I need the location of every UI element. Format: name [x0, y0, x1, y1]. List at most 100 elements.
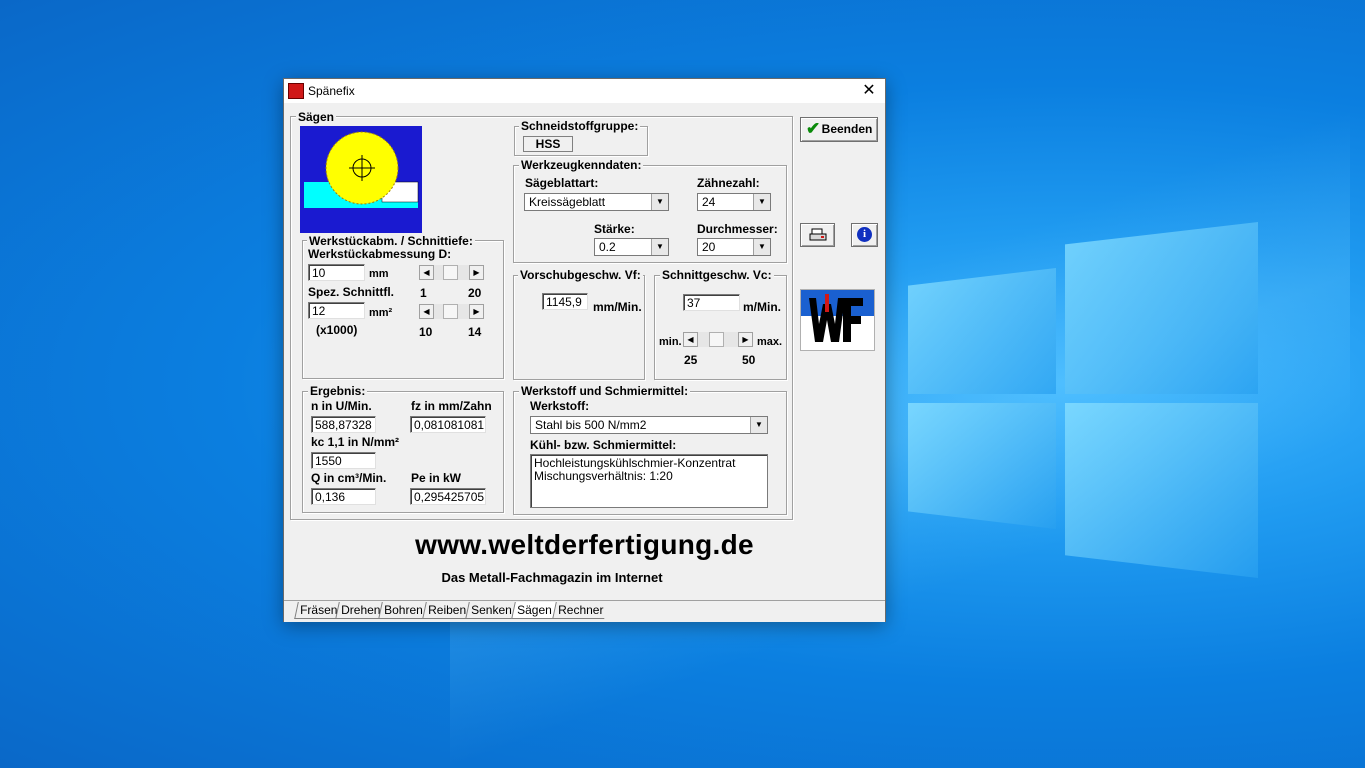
printer-icon — [809, 228, 826, 241]
tab-label: Senken — [471, 603, 512, 617]
app-icon — [288, 83, 304, 99]
tab-senken[interactable]: Senken — [465, 602, 517, 619]
tab-bohren[interactable]: Bohren — [378, 602, 428, 619]
scroll-left-icon[interactable]: ◀ — [419, 265, 434, 280]
schnittgeschw-input[interactable]: 37 — [683, 294, 740, 311]
tab-reiben[interactable]: Reiben — [422, 602, 471, 619]
scroll-thumb[interactable] — [709, 332, 724, 347]
schnittfl-unit: mm² — [369, 307, 393, 319]
tab-label: Rechner — [558, 603, 604, 617]
abmessung-scrollbar[interactable]: ◀ ▶ — [419, 265, 484, 280]
werkzeug-label: Werkzeugkenndaten: — [519, 158, 644, 172]
q-label: Q in cm³/Min. — [311, 471, 387, 485]
staerke-select[interactable]: 0.2 ▼ — [594, 238, 669, 256]
schnittgeschw-scrollbar[interactable]: ◀ ▶ — [683, 332, 753, 347]
abmessung-input[interactable]: 10 — [308, 264, 365, 281]
durchmesser-label: Durchmesser: — [697, 222, 778, 236]
scroll-right-icon[interactable]: ▶ — [738, 332, 753, 347]
chevron-down-icon[interactable]: ▼ — [750, 417, 767, 433]
tab-label: Bohren — [384, 603, 423, 617]
schnittgeschw-group — [654, 275, 787, 380]
title-bar: Spänefix ✕ — [284, 79, 885, 103]
tab-label: Drehen — [341, 603, 381, 617]
schneidstoff-label: Schneidstoffgruppe: — [519, 119, 641, 133]
kc-value: 1550 — [311, 452, 376, 469]
brand-tagline: Das Metall-Fachmagazin im Internet — [441, 570, 663, 585]
abmessung-max: 20 — [468, 286, 482, 300]
tab-label: Fräsen — [300, 603, 338, 617]
werkstoff-value: Stahl bis 500 N/mm2 — [535, 418, 647, 432]
schnittfl-max: 14 — [468, 325, 482, 339]
info-icon: i — [857, 227, 872, 242]
vorschub-label: Vorschubgeschw. Vf: — [518, 268, 643, 282]
staerke-value: 0.2 — [599, 240, 616, 254]
chevron-down-icon[interactable]: ▼ — [651, 239, 668, 255]
chevron-down-icon[interactable]: ▼ — [753, 239, 770, 255]
info-button[interactable]: i — [851, 223, 878, 247]
zaehnezahl-label: Zähnezahl: — [697, 176, 760, 190]
print-button[interactable] — [800, 223, 835, 247]
schnittgeschw-min-label: min. — [659, 336, 682, 348]
tab-rechner[interactable]: Rechner — [552, 602, 609, 619]
saegeblattart-label: Sägeblattart: — [525, 176, 599, 190]
durchmesser-select[interactable]: 20 ▼ — [697, 238, 771, 256]
abmessung-label: Werkstückabmessung D: — [308, 247, 452, 261]
schnittgeschw-label: Schnittgeschw. Vc: — [660, 268, 774, 282]
kuehl-textarea[interactable]: Hochleistungskühlschmier-Konzentrat Misc… — [530, 454, 768, 508]
werkstoff-label: Werkstoff: — [530, 399, 590, 413]
q-value: 0,136 — [311, 488, 376, 505]
zaehnezahl-select[interactable]: 24 ▼ — [697, 193, 771, 211]
tab-sägen[interactable]: Sägen — [511, 602, 557, 619]
scroll-right-icon[interactable]: ▶ — [469, 304, 484, 319]
scroll-left-icon[interactable]: ◀ — [683, 332, 698, 347]
scroll-thumb[interactable] — [443, 304, 458, 319]
fz-label: fz in mm/Zahn — [411, 399, 492, 413]
saegeblattart-select[interactable]: Kreissägeblatt ▼ — [524, 193, 669, 211]
beenden-button[interactable]: ✔ Beenden — [800, 117, 878, 142]
schnittgeschw-max-label: max. — [757, 336, 783, 348]
chevron-down-icon[interactable]: ▼ — [753, 194, 770, 210]
fz-value: 0,081081081 — [410, 416, 486, 433]
beenden-label: Beenden — [821, 122, 873, 136]
vorschub-unit: mm/Min. — [593, 300, 642, 314]
schnittgeschw-unit: m/Min. — [743, 300, 781, 314]
windows-logo — [908, 222, 1258, 578]
durchmesser-value: 20 — [702, 240, 716, 254]
tab-label: Reiben — [428, 603, 467, 617]
abmessung-min: 1 — [420, 286, 427, 300]
werkstoff-group-label: Werkstoff und Schmiermittel: — [519, 384, 691, 398]
kuehl-line-2: Mischungsverhältnis: 1:20 — [534, 469, 673, 483]
close-button[interactable]: ✕ — [853, 79, 885, 103]
schnittfl-input[interactable]: 12 — [308, 302, 365, 319]
wf-logo — [800, 289, 875, 351]
schnittfl-min: 10 — [419, 325, 433, 339]
schneidstoff-value[interactable]: HSS — [523, 136, 573, 152]
scroll-thumb[interactable] — [443, 265, 458, 280]
schnittfl-label: Spez. Schnittfl. — [308, 285, 395, 299]
schnittfl-scrollbar[interactable]: ◀ ▶ — [419, 304, 484, 319]
brand-url[interactable]: www.weltderfertigung.de — [284, 529, 885, 561]
kuehl-label: Kühl- bzw. Schmiermittel: — [530, 438, 677, 452]
staerke-label: Stärke: — [594, 222, 635, 236]
scroll-left-icon[interactable]: ◀ — [419, 304, 434, 319]
abmessung-unit: mm — [369, 268, 389, 280]
saw-illustration — [300, 126, 422, 233]
tab-label: Sägen — [517, 603, 552, 617]
saegeblattart-value: Kreissägeblatt — [529, 195, 606, 209]
schnittgeschw-min-value: 25 — [684, 353, 698, 367]
werkstueck-group-label: Werkstückabm. / Schnittiefe: — [307, 234, 475, 248]
schnittgeschw-max-value: 50 — [742, 353, 756, 367]
schnittfl-factor: (x1000) — [316, 323, 358, 337]
vorschub-group — [513, 275, 645, 380]
saegen-group-label: Sägen — [296, 110, 337, 124]
n-value: 588,87328 — [311, 416, 376, 433]
tab-bar: Fräsen Drehen Bohren Reiben Senken Sägen Rechn… — [284, 600, 885, 622]
chevron-down-icon[interactable]: ▼ — [651, 194, 668, 210]
vorschub-value: 1145,9 — [542, 293, 588, 310]
werkstoff-select[interactable]: Stahl bis 500 N/mm2 ▼ — [530, 416, 768, 434]
scroll-right-icon[interactable]: ▶ — [469, 265, 484, 280]
pe-value: 0,295425705 — [410, 488, 486, 505]
zaehnezahl-value: 24 — [702, 195, 716, 209]
kc-label: kc 1,1 in N/mm² — [311, 435, 400, 449]
checkmark-icon: ✔ — [806, 119, 821, 138]
